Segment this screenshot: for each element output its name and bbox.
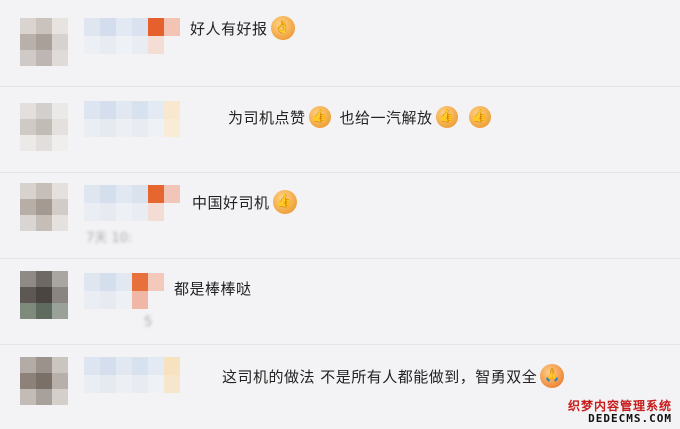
username[interactable] [84,101,216,137]
comment-item: 中国好司机 👍 7天 10: [0,172,680,258]
username[interactable] [84,273,168,309]
watermark: 织梦内容管理系统 DEDECMS.COM [567,398,672,425]
watermark-cn: 织梦内容管理系统 [567,398,672,413]
avatar[interactable] [20,357,68,405]
comment-text: 为司机点赞 [228,108,306,127]
comment-text-row: 都是棒棒哒 [174,278,252,299]
thumbs-up-icon: 👍 [308,106,331,128]
comment-text-row: 好人有好报 👌 [190,16,298,40]
comment-text-row: 中国好司机 👍 [192,190,300,214]
avatar[interactable] [20,103,68,151]
fist-salute-icon: 🙏 [540,364,565,388]
avatar[interactable] [20,18,68,66]
thumbs-up-icon: 👍 [468,106,491,128]
ok-hand-icon: 👌 [270,16,295,40]
comment-text-row: 为司机点赞 👍 也给一汽解放 👍 👍 [228,106,494,128]
comment-text-row: 这司机的做法 不是所有人都能做到，智勇双全 🙏 [222,364,567,388]
thumbs-up-icon: 👍 [272,190,297,214]
username[interactable] [84,18,184,54]
comment-meta: 7天 10: [86,231,133,246]
comment-text: 好人有好报 [190,19,268,38]
comment-text: 这司机的做法 不是所有人都能做到，智勇双全 [222,367,538,386]
comment-item: 都是棒棒哒 5 [0,258,680,344]
watermark-en: DEDECMS.COM [588,411,672,425]
comment-meta: 5 [144,315,153,330]
comment-list: 好人有好报 👌 为司机点赞 👍 也给一汽解放 👍 👍 中国好司机 👍 7天 10… [0,0,680,429]
avatar[interactable] [20,183,68,231]
comment-text: 都是棒棒哒 [174,280,252,298]
thumbs-up-icon: 👍 [435,106,458,128]
comment-item: 为司机点赞 👍 也给一汽解放 👍 👍 [0,86,680,172]
username[interactable] [84,185,184,221]
comment-text: 中国好司机 [192,193,270,212]
comment-text: 也给一汽解放 [339,108,433,127]
comment-item: 好人有好报 👌 [0,0,680,85]
avatar[interactable] [20,271,68,319]
username[interactable] [84,357,200,393]
